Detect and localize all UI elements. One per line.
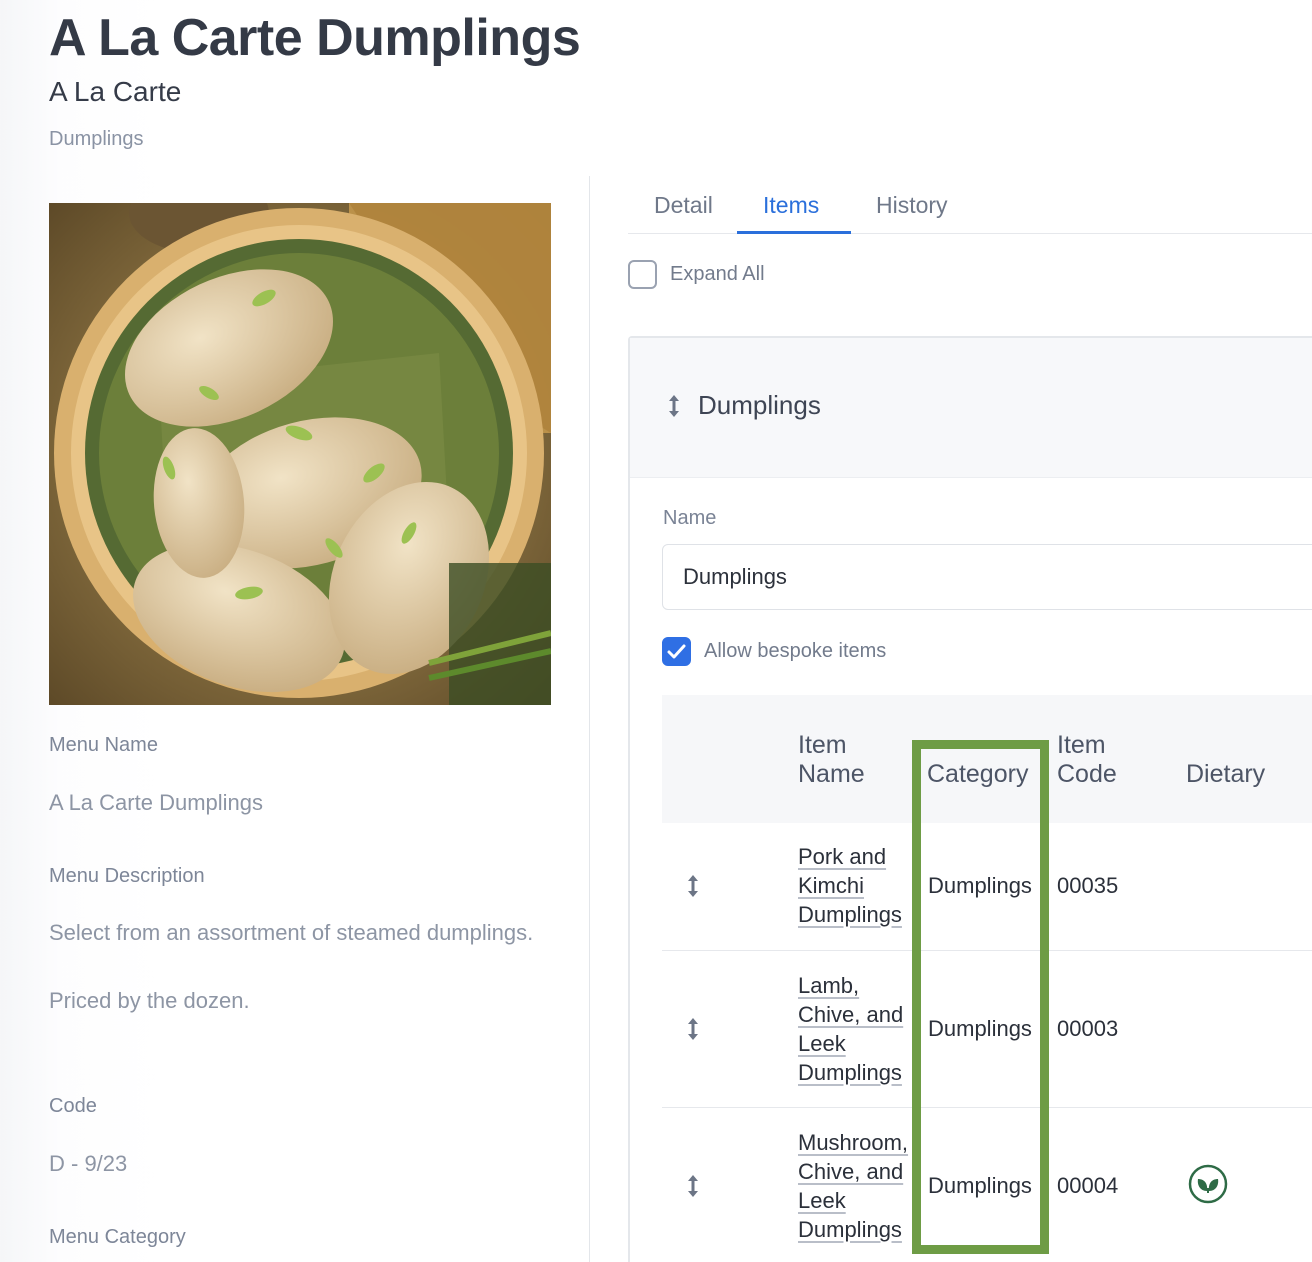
- item-name-link[interactable]: Pork and Kimchi Dumplings: [798, 842, 910, 929]
- item-name-line: Leek: [798, 1188, 846, 1213]
- name-label: Name: [663, 507, 717, 529]
- item-name-line: Pork and: [798, 844, 887, 869]
- menu-name-label: Menu Name: [49, 734, 158, 756]
- vegan-leaf-icon: [1188, 1164, 1228, 1204]
- allow-bespoke-label[interactable]: Allow bespoke items: [704, 640, 886, 663]
- item-code: 00003: [1057, 1016, 1119, 1041]
- expand-all-label[interactable]: Expand All: [670, 263, 765, 286]
- header-item-name-line2: Name: [798, 760, 865, 788]
- header-item-code-line1: Item: [1057, 731, 1106, 759]
- item-name-line: Leek: [798, 1031, 846, 1056]
- tab-bar: [628, 176, 1312, 234]
- tab-detail[interactable]: Detail: [654, 190, 713, 221]
- row-drag-handle-icon[interactable]: [686, 874, 700, 898]
- item-code: 00035: [1057, 873, 1119, 898]
- page-subtitle: A La Carte: [49, 76, 182, 107]
- tab-items[interactable]: Items: [763, 190, 819, 221]
- item-code: 00004: [1057, 1173, 1119, 1198]
- expand-all-checkbox[interactable]: [628, 260, 657, 289]
- page-title: A La Carte Dumplings: [49, 9, 581, 67]
- menu-description-line1: Select from an assortment of steamed dum…: [49, 920, 534, 945]
- section-title: Dumplings: [698, 390, 821, 420]
- header-item-name-line1: Item: [798, 731, 847, 759]
- dumplings-photo-art: [49, 203, 551, 705]
- dumplings-photo: [49, 203, 551, 705]
- item-name-line: Kimchi: [798, 873, 865, 898]
- category-column-highlight: [912, 740, 1049, 1254]
- row-drag-handle-icon[interactable]: [686, 1174, 700, 1198]
- item-name-line: Chive, and: [798, 1002, 904, 1027]
- item-name-line: Mushroom,: [798, 1130, 909, 1155]
- item-name-line: Chive, and: [798, 1159, 904, 1184]
- active-tab-indicator: [737, 231, 851, 234]
- header-item-code[interactable]: Item Code: [1057, 731, 1117, 789]
- item-name-link[interactable]: Mushroom, Chive, and Leek Dumplings: [798, 1128, 910, 1244]
- header-item-code-line2: Code: [1057, 760, 1117, 788]
- allow-bespoke-checkbox[interactable]: [662, 637, 691, 666]
- item-name-line: Dumplings: [798, 1060, 902, 1085]
- drag-handle-icon[interactable]: [667, 394, 681, 418]
- code-label: Code: [49, 1095, 97, 1117]
- breadcrumb[interactable]: Dumplings: [49, 128, 143, 151]
- code-value: D - 9/23: [49, 1151, 128, 1176]
- item-name-line: Dumplings: [798, 902, 902, 927]
- header-dietary[interactable]: Dietary: [1186, 760, 1265, 789]
- header-item-name[interactable]: Item Name: [798, 731, 865, 789]
- menu-name-value: A La Carte Dumplings: [49, 790, 263, 815]
- menu-description-label: Menu Description: [49, 865, 205, 887]
- checkmark-icon: [667, 644, 686, 659]
- section-name-input[interactable]: [662, 544, 1312, 610]
- menu-category-label: Menu Category: [49, 1226, 186, 1248]
- item-name-line: Dumplings: [798, 1217, 902, 1242]
- row-drag-handle-icon[interactable]: [686, 1017, 700, 1041]
- tab-history[interactable]: History: [876, 190, 948, 221]
- item-name-line: Lamb,: [798, 973, 860, 998]
- item-name-link[interactable]: Lamb, Chive, and Leek Dumplings: [798, 971, 910, 1087]
- menu-description-line2: Priced by the dozen.: [49, 988, 250, 1013]
